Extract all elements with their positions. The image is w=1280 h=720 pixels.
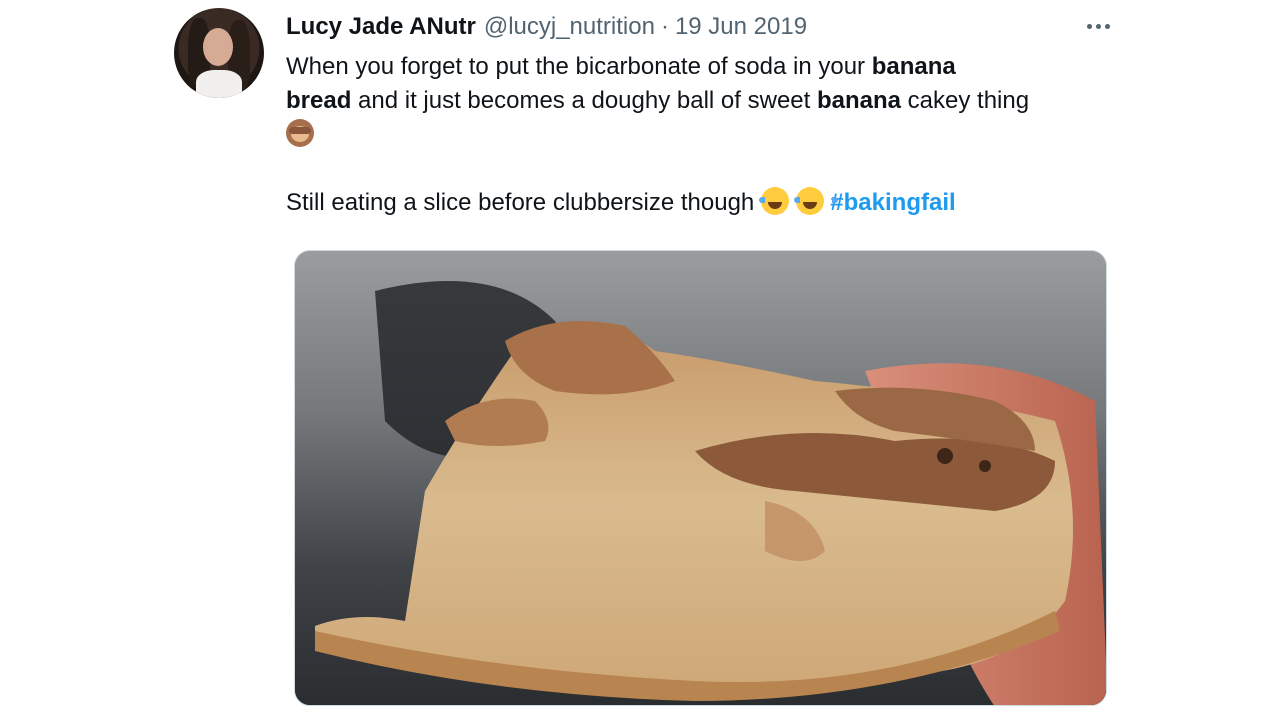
author-display-name[interactable]: Lucy Jade ANutr [286, 12, 476, 42]
more-horizontal-icon [1095, 23, 1101, 29]
tweet-text-segment: When you forget to put the bicarbonate o… [286, 53, 872, 80]
avatar-face [203, 28, 233, 66]
author-avatar[interactable] [174, 8, 264, 98]
tweet-text-segment: cakey thing [901, 87, 1030, 114]
tweet-card: Lucy Jade ANutr @lucyj_nutrition · 19 Ju… [0, 0, 1280, 720]
tweet-date[interactable]: 19 Jun 2019 [675, 12, 807, 42]
see-no-evil-monkey-icon [286, 119, 314, 147]
header-separator: · [660, 13, 669, 40]
tears-of-joy-icon [758, 187, 803, 215]
tweet-text-bold: bread [286, 87, 352, 114]
tweet-header: Lucy Jade ANutr @lucyj_nutrition · 19 Ju… [286, 12, 807, 42]
tweet-text-segment: Still eating a slice before clubbersize … [286, 189, 761, 216]
tweet-text: When you forget to put the bicarbonate o… [286, 50, 1126, 220]
banana-bread-photo [295, 251, 1106, 705]
more-horizontal-icon [1086, 23, 1092, 29]
author-handle[interactable]: @lucyj_nutrition [484, 12, 655, 42]
tweet-text-bold: banana [871, 53, 956, 80]
more-horizontal-icon [1104, 23, 1110, 29]
more-options-button[interactable] [1080, 8, 1116, 44]
avatar-shirt [196, 70, 242, 98]
tweet-text-segment: and it just becomes a doughy ball of swe… [351, 87, 817, 114]
hashtag-link[interactable]: #bakingfail [830, 189, 955, 216]
tweet-photo[interactable] [294, 250, 1107, 706]
tweet-text-bold: banana [816, 87, 901, 114]
tears-of-joy-icon [793, 187, 838, 215]
